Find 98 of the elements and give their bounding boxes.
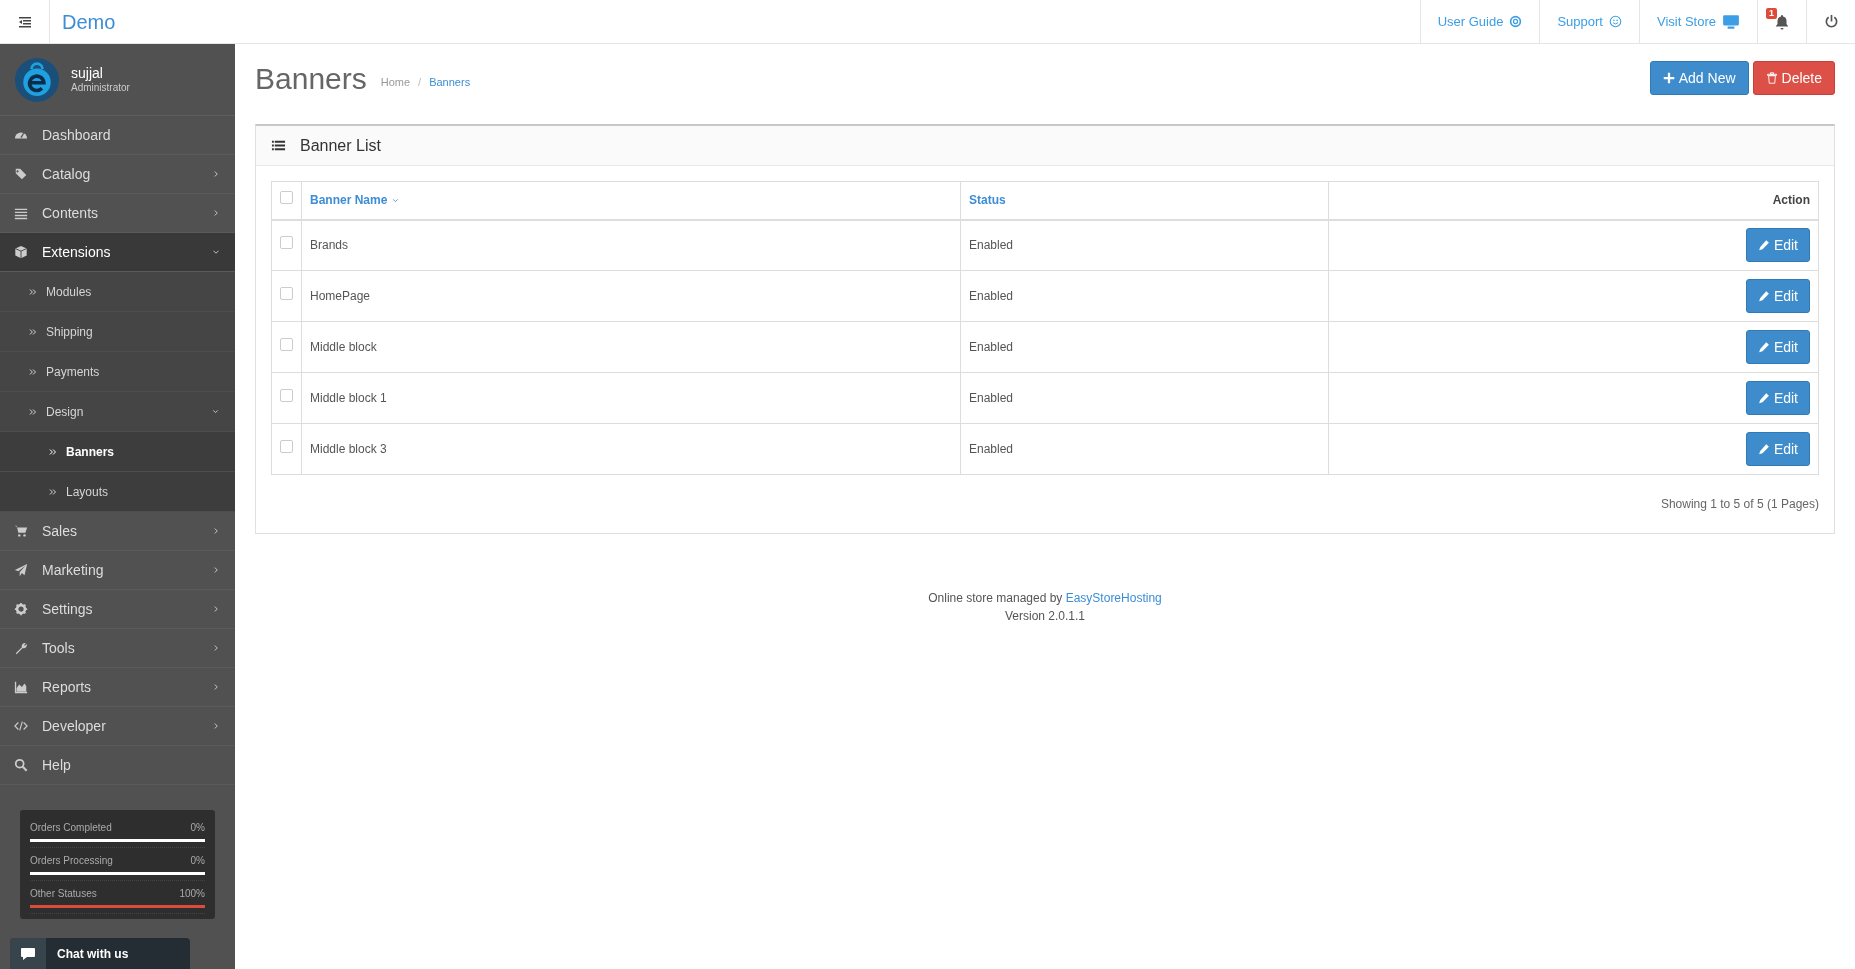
sidebar-item[interactable]: Extensions (0, 233, 235, 272)
notification-badge: 1 (1766, 8, 1777, 19)
pencil-icon (1757, 239, 1770, 252)
edit-button[interactable]: Edit (1745, 381, 1810, 415)
pencil-icon (1757, 443, 1770, 455)
sidebar-subitem[interactable]: Shipping (0, 312, 235, 352)
chat-button[interactable]: Chat with us (10, 938, 190, 969)
delete-button[interactable]: Delete (1752, 61, 1835, 95)
speech-bubble-icon (20, 945, 36, 962)
select-all-checkbox[interactable] (280, 191, 293, 205)
pencil-icon (1757, 290, 1770, 302)
double-chevron-icon (28, 366, 38, 377)
area-chart-icon (14, 680, 28, 694)
edit-button[interactable]: Edit (1745, 279, 1810, 313)
panel-title: Banner List (300, 135, 381, 156)
banner-name: Middle block (310, 340, 377, 354)
sidebar-subitem[interactable]: Modules (0, 272, 235, 312)
edit-button[interactable]: Edit (1745, 228, 1810, 263)
banner-status: Enabled (969, 442, 1014, 456)
breadcrumb-separator: / (418, 74, 422, 90)
paper-plane-icon (14, 563, 28, 577)
column-header: Action (1772, 192, 1810, 210)
sidebar-item[interactable]: Tools (0, 629, 235, 668)
row-checkbox[interactable] (280, 440, 293, 453)
row-checkbox[interactable] (280, 389, 293, 402)
lifebuoy-icon (1509, 15, 1523, 28)
banner-status: Enabled (969, 289, 1014, 303)
topbar-link[interactable]: User Guide (1419, 0, 1540, 43)
topbar-link[interactable]: Support (1539, 0, 1639, 43)
pencil-icon (1757, 341, 1770, 353)
footer-link[interactable]: EasyStoreHosting (1065, 591, 1162, 605)
edit-button[interactable]: Edit (1745, 432, 1810, 466)
banner-status: Enabled (969, 391, 1014, 405)
double-chevron-icon (28, 406, 38, 417)
row-checkbox[interactable] (280, 287, 293, 300)
monitor-icon (1722, 12, 1740, 31)
topbar-link[interactable]: Visit Store (1639, 0, 1757, 43)
trash-icon (1765, 72, 1778, 84)
pencil-icon (1757, 392, 1770, 404)
tags-icon (14, 167, 28, 181)
banner-name: Middle block 3 (310, 442, 387, 456)
banner-name: HomePage (310, 289, 371, 303)
row-checkbox[interactable] (280, 236, 293, 250)
profile-logo-icon (15, 57, 59, 102)
column-sort-link[interactable]: Status (969, 191, 1006, 210)
banner-name: Middle block 1 (310, 391, 387, 405)
sidebar-subitem[interactable]: Design (0, 392, 235, 432)
list-icon (14, 206, 28, 220)
banner-status: Enabled (969, 238, 1014, 253)
sidebar-item[interactable]: Marketing (0, 551, 235, 590)
stat-value: 0% (190, 821, 205, 835)
cart-icon (14, 524, 28, 538)
wrench-icon (14, 641, 28, 655)
column-sort-link[interactable]: Banner Name (310, 191, 401, 210)
page-title: Banners (255, 60, 367, 97)
plus-icon (1662, 72, 1675, 84)
notifications-button[interactable]: 1 (1757, 0, 1806, 43)
row-checkbox[interactable] (280, 338, 293, 351)
version-text: Version 2.0.1.1 (1004, 608, 1086, 625)
gear-icon (14, 602, 28, 616)
brand-link[interactable]: Demo (50, 0, 128, 43)
bell-icon (1774, 13, 1790, 30)
pagination-summary: Showing 1 to 5 of 5 (1 Pages) (1660, 497, 1819, 511)
stat-label: Other Statuses (30, 887, 97, 901)
sidebar-item[interactable]: Help (0, 746, 235, 785)
double-chevron-icon (28, 286, 38, 297)
stat-value: 0% (190, 854, 205, 868)
sidebar-item[interactable]: Settings (0, 590, 235, 629)
user-role: Administrator (71, 82, 130, 95)
smiley-icon (1609, 15, 1622, 28)
banner-status: Enabled (969, 340, 1014, 354)
sidebar-item[interactable]: Catalog (0, 155, 235, 194)
footer-text: Online store managed by EasyStoreHosting (928, 590, 1162, 607)
list-icon (271, 138, 286, 153)
search-icon (14, 758, 28, 772)
user-name: sujjal (71, 64, 104, 82)
power-icon (1823, 14, 1839, 29)
double-chevron-icon (48, 446, 58, 457)
stat-value: 100% (179, 887, 205, 901)
banner-name: Brands (310, 238, 349, 253)
cube-icon (14, 245, 28, 259)
sidebar-subitem[interactable]: Banners (0, 432, 235, 472)
stat-label: Orders Completed (30, 821, 112, 835)
sidebar-subitem[interactable]: Layouts (0, 472, 235, 512)
double-chevron-icon (28, 326, 38, 337)
code-icon (14, 719, 28, 733)
breadcrumb-link[interactable]: Home (380, 73, 411, 91)
sidebar-subitem[interactable]: Payments (0, 352, 235, 392)
breadcrumb-link[interactable]: Banners (429, 73, 471, 91)
sidebar-item[interactable]: Dashboard (0, 116, 235, 155)
add-new-button[interactable]: Add New (1649, 61, 1749, 95)
chevron-down-icon (211, 407, 220, 416)
sidebar-item[interactable]: Developer (0, 707, 235, 746)
sidebar-item[interactable]: Sales (0, 512, 235, 551)
double-chevron-icon (48, 486, 58, 497)
sidebar-item[interactable]: Reports (0, 668, 235, 707)
stat-label: Orders Processing (30, 854, 113, 868)
edit-button[interactable]: Edit (1745, 330, 1810, 364)
